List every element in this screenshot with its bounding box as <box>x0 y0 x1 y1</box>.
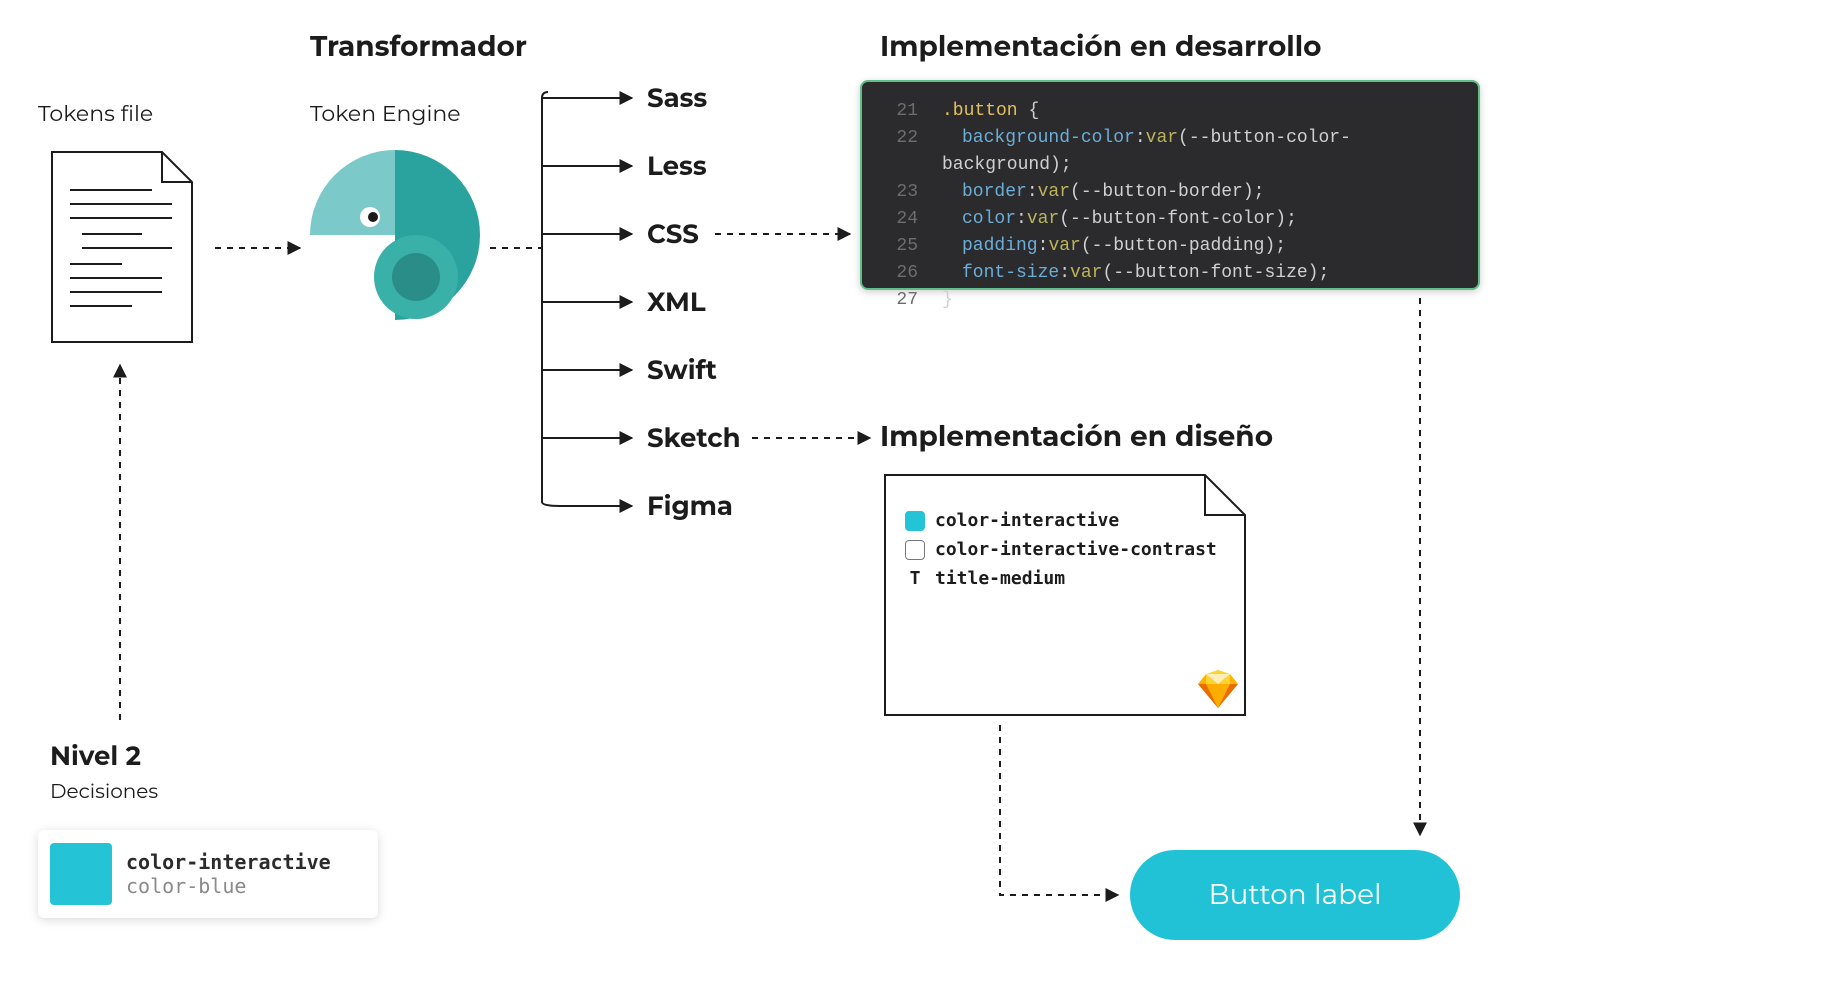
dev-impl-title: Implementación en desarrollo <box>880 30 1321 64</box>
nivel-title: Nivel 2 <box>50 740 141 772</box>
result-button[interactable]: Button label <box>1130 850 1460 940</box>
tokens-file-label: Tokens file <box>38 100 153 127</box>
transformer-subtitle: Token Engine <box>310 100 461 127</box>
token-engine-logo <box>310 150 480 320</box>
output-figma: Figma <box>647 490 733 522</box>
design-token-label: title-medium <box>935 568 1065 589</box>
swatch-interactive-icon <box>905 511 925 531</box>
transformer-title: Transformador <box>310 30 527 64</box>
design-token-label: color-interactive-contrast <box>935 539 1217 560</box>
output-css: CSS <box>647 218 699 250</box>
output-sketch: Sketch <box>647 422 741 454</box>
token-swatch-icon <box>50 843 112 905</box>
swatch-contrast-icon <box>905 540 925 560</box>
token-card: color-interactive color-blue <box>38 830 378 918</box>
output-xml: XML <box>647 286 706 318</box>
output-sass: Sass <box>647 82 707 114</box>
sketch-icon <box>1198 670 1238 708</box>
tokens-file-icon <box>42 142 202 352</box>
token-card-name: color-interactive <box>126 850 331 874</box>
nivel-subtitle: Decisiones <box>50 780 158 804</box>
design-impl-title: Implementación en diseño <box>880 420 1273 454</box>
type-icon: T <box>905 568 925 589</box>
output-swift: Swift <box>647 354 717 386</box>
design-tokens-list: color-interactive color-interactive-cont… <box>905 510 1217 597</box>
output-less: Less <box>647 150 707 182</box>
code-panel: 21.button { 22background-color:var(--but… <box>860 80 1480 290</box>
token-card-value: color-blue <box>126 874 331 898</box>
design-token-label: color-interactive <box>935 510 1119 531</box>
